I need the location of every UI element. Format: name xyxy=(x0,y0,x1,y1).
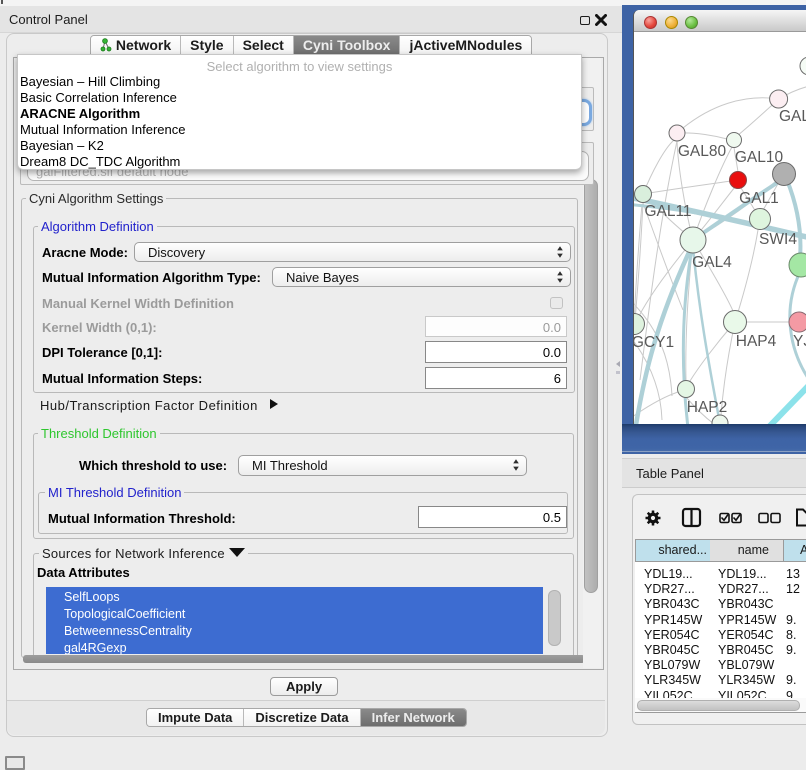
svg-text:GCY1: GCY1 xyxy=(634,334,674,351)
svg-text:SWI4: SWI4 xyxy=(759,231,797,248)
svg-text:GAL10: GAL10 xyxy=(735,149,784,166)
svg-text:GAL7: GAL7 xyxy=(779,108,806,125)
svg-text:YJ: YJ xyxy=(793,333,806,350)
svg-text:GAL11: GAL11 xyxy=(644,203,691,220)
svg-text:GAL1: GAL1 xyxy=(739,190,779,207)
svg-text:GAL4: GAL4 xyxy=(692,254,732,271)
svg-text:HAP4: HAP4 xyxy=(736,333,777,350)
svg-text:HAP2: HAP2 xyxy=(687,399,728,416)
svg-text:GAL80: GAL80 xyxy=(678,143,727,160)
